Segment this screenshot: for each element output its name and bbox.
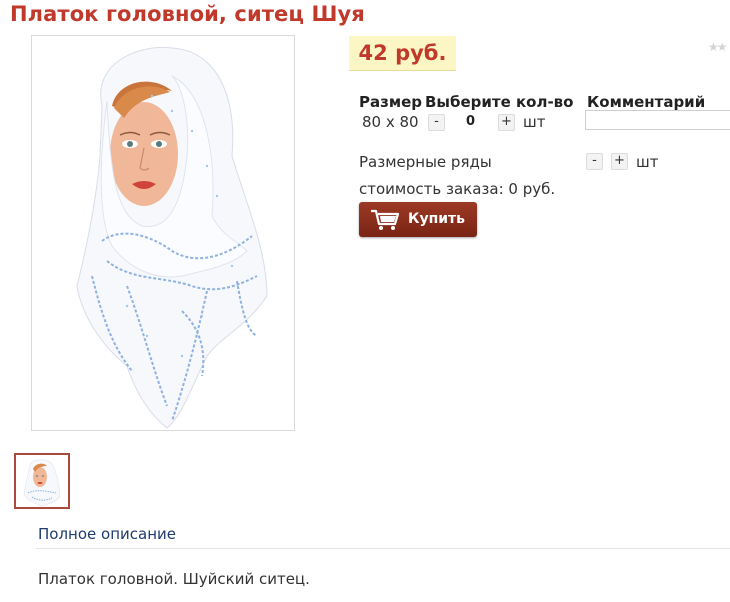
header-size: Размер <box>359 93 423 111</box>
buy-button-label: Купить <box>408 211 466 227</box>
thumbnail-image <box>23 459 61 507</box>
scarf-mannequin-image <box>76 46 268 429</box>
quantity-decrease-button[interactable]: - <box>428 114 445 131</box>
description-text: Платок головной. Шуйский ситец. <box>38 570 310 588</box>
price-badge: 42 руб. <box>349 36 456 71</box>
quantity-increase-button[interactable]: + <box>498 114 515 131</box>
divider <box>36 548 730 549</box>
buy-button[interactable]: Купить <box>359 202 477 237</box>
tab-full-description[interactable]: Полное описание <box>38 525 176 543</box>
quantity-unit: шт <box>523 113 546 131</box>
header-comment: Комментарий <box>587 93 706 111</box>
comment-input[interactable] <box>585 110 730 130</box>
size-rows-decrease-button[interactable]: - <box>586 153 603 170</box>
product-thumbnail[interactable] <box>14 453 70 509</box>
size-value: 80 x 80 <box>362 113 419 131</box>
shopping-cart-icon <box>371 209 400 230</box>
size-rows-label: Размерные ряды <box>359 153 492 171</box>
size-rows-unit: шт <box>636 153 659 171</box>
product-title: Платок головной, ситец Шуя <box>10 2 365 26</box>
product-main-image[interactable] <box>31 35 295 431</box>
size-rows-increase-button[interactable]: + <box>611 153 628 170</box>
header-quantity: Выберите кол-во <box>425 93 574 111</box>
rating-stars-icon[interactable]: ★★ <box>708 40 727 54</box>
order-cost: стоимость заказа: 0 руб. <box>359 180 556 198</box>
quantity-value[interactable]: 0 <box>466 114 475 129</box>
